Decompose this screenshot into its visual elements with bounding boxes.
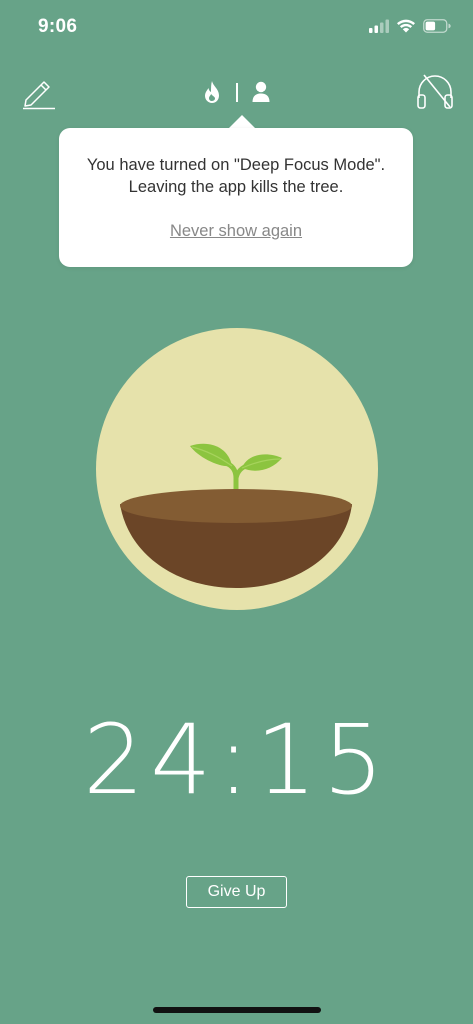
headphones-off-icon (417, 74, 453, 109)
status-bar: 9:06 (0, 0, 473, 56)
fire-icon (205, 81, 219, 103)
deep-focus-tooltip: You have turned on "Deep Focus Mode". Le… (59, 128, 413, 267)
mode-divider (236, 83, 238, 102)
sprout-in-pot-illustration (96, 328, 378, 610)
tooltip-message: You have turned on "Deep Focus Mode". Le… (86, 156, 386, 196)
sound-button[interactable] (415, 71, 455, 116)
pencil-icon (23, 81, 55, 110)
social-mode-button[interactable] (251, 80, 271, 109)
tooltip-arrow (228, 115, 256, 129)
countdown-timer: 24:15 (83, 704, 390, 816)
tree-planting-area[interactable] (96, 328, 378, 610)
cellular-signal-icon (369, 19, 389, 33)
edit-tag-button[interactable] (20, 72, 58, 115)
focus-mode-button[interactable] (202, 80, 222, 109)
mode-switch (200, 76, 274, 108)
status-time: 9:06 (38, 16, 78, 37)
give-up-button[interactable]: Give Up (186, 876, 287, 908)
home-indicator[interactable] (153, 1007, 321, 1013)
person-icon (252, 81, 270, 102)
battery-icon (423, 18, 451, 33)
status-icons (369, 18, 451, 33)
never-show-again-link[interactable]: Never show again (59, 222, 413, 241)
wifi-icon (397, 19, 415, 33)
